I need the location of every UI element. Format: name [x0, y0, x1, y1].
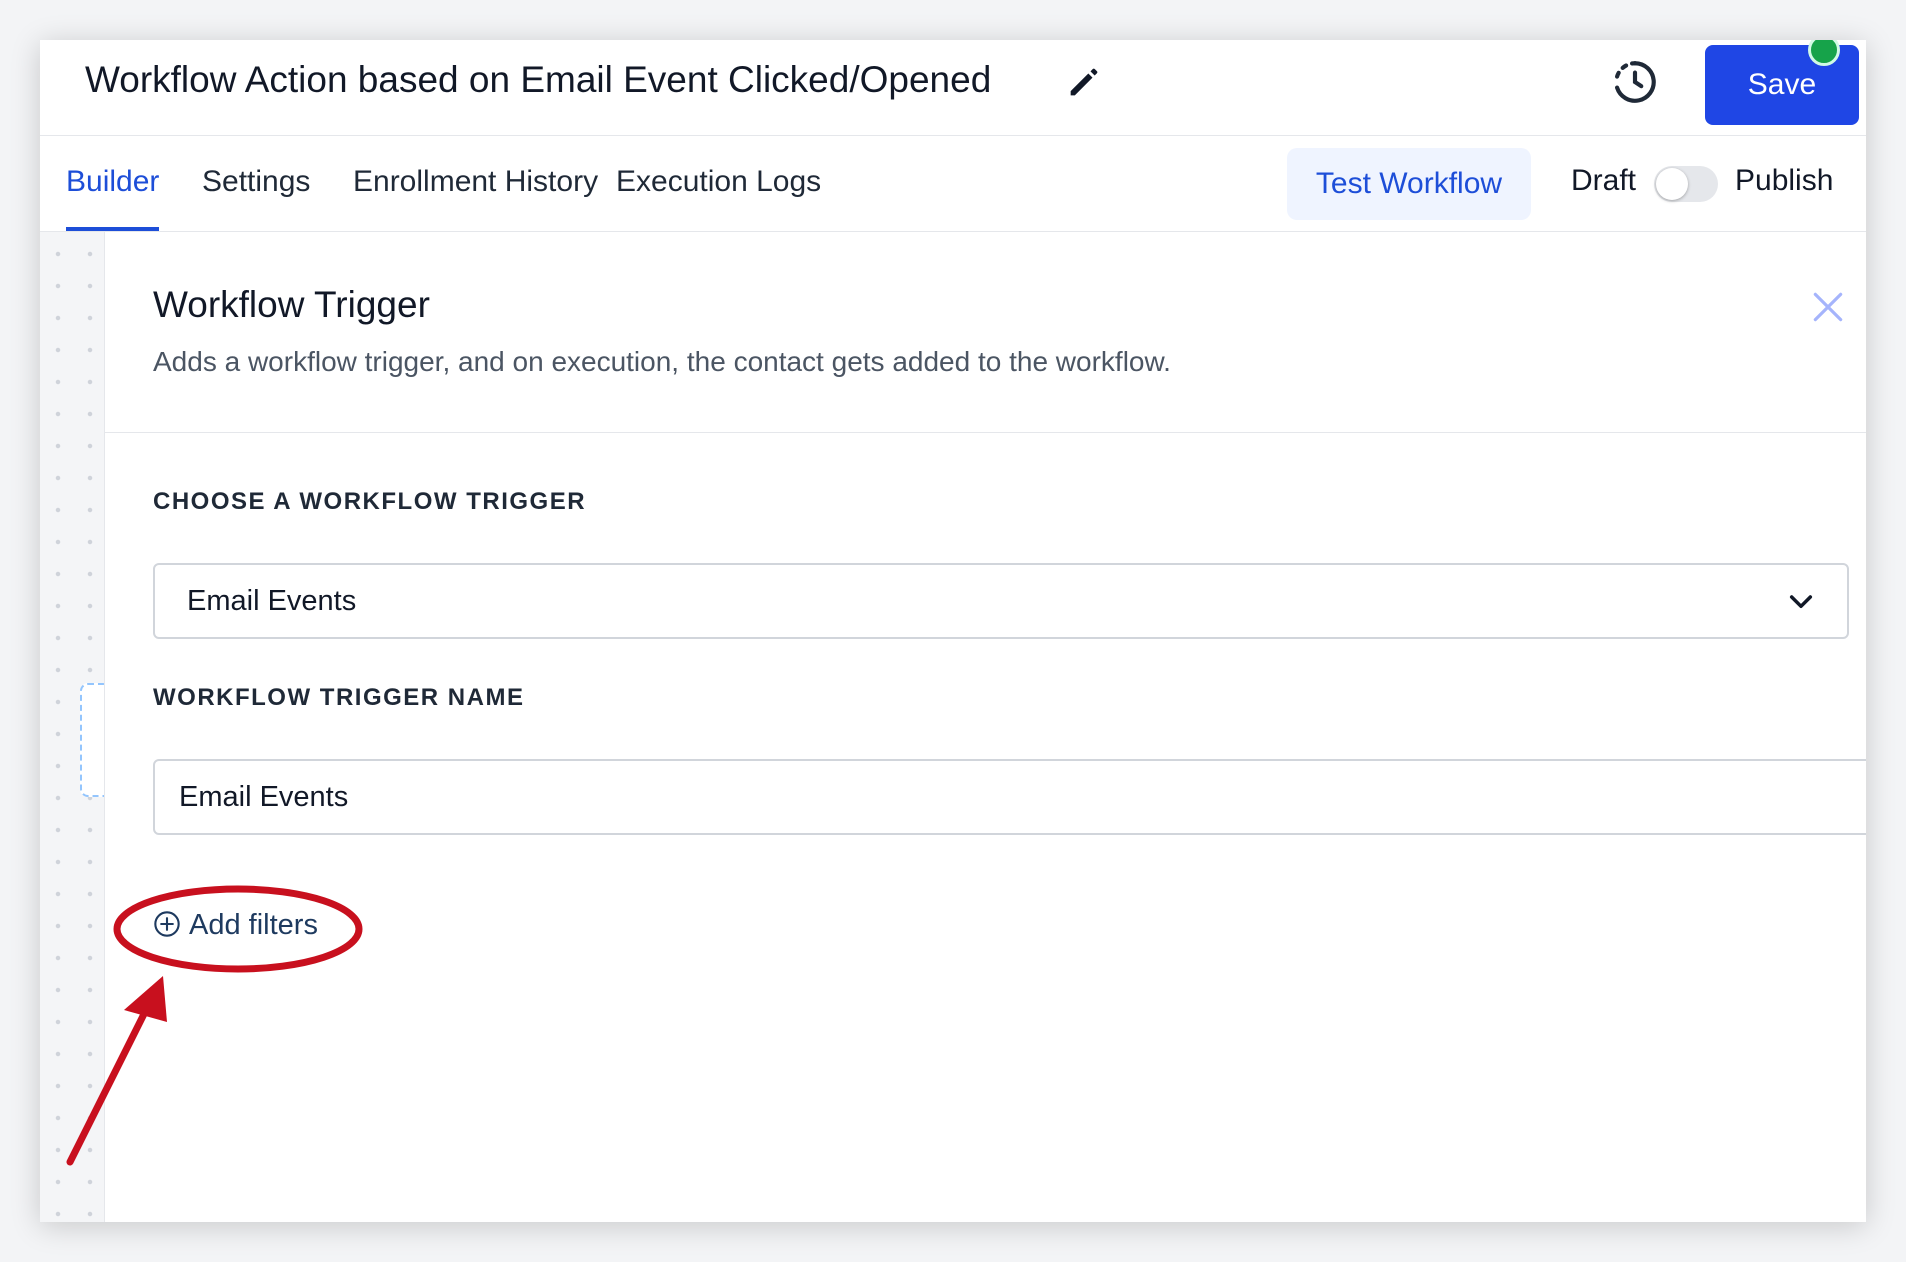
- panel-header: Workflow Trigger Adds a workflow trigger…: [105, 232, 1866, 433]
- publish-label: Publish: [1735, 164, 1834, 197]
- tab-bar: Builder Settings Enrollment History Exec…: [40, 136, 1866, 232]
- panel-title: Workflow Trigger: [153, 284, 430, 325]
- trigger-name-label: WORKFLOW TRIGGER NAME: [153, 684, 525, 711]
- tab-builder[interactable]: Builder: [66, 136, 160, 231]
- trigger-name-input[interactable]: [153, 759, 1866, 835]
- chevron-down-icon: [1789, 595, 1813, 609]
- panel-subtitle: Adds a workflow trigger, and on executio…: [153, 346, 1171, 377]
- publish-toggle[interactable]: [1654, 166, 1718, 202]
- toggle-knob: [1656, 168, 1688, 200]
- tab-execution-logs[interactable]: Execution Logs: [616, 136, 821, 231]
- workflow-editor-window: Workflow Action based on Email Event Cli…: [40, 40, 1866, 1222]
- pencil-icon[interactable]: [1064, 62, 1104, 102]
- history-icon[interactable]: [1610, 57, 1660, 107]
- add-filters-label: Add filters: [189, 909, 318, 941]
- tab-settings[interactable]: Settings: [202, 136, 310, 231]
- workflow-title: Workflow Action based on Email Event Cli…: [85, 59, 992, 100]
- top-bar: Workflow Action based on Email Event Cli…: [40, 40, 1866, 136]
- plus-circle-icon: [154, 911, 180, 938]
- add-filters-link[interactable]: Add filters: [153, 902, 318, 948]
- trigger-select[interactable]: Email Events: [153, 563, 1849, 639]
- trigger-select-value: Email Events: [187, 585, 357, 617]
- trigger-side-panel: Workflow Trigger Adds a workflow trigger…: [104, 232, 1866, 1222]
- tab-enrollment-history[interactable]: Enrollment History: [353, 136, 598, 231]
- trigger-select-label: CHOOSE A WORKFLOW TRIGGER: [153, 488, 587, 515]
- draft-label: Draft: [1571, 164, 1637, 197]
- close-icon[interactable]: [1809, 288, 1847, 326]
- test-workflow-button[interactable]: Test Workflow: [1287, 148, 1531, 220]
